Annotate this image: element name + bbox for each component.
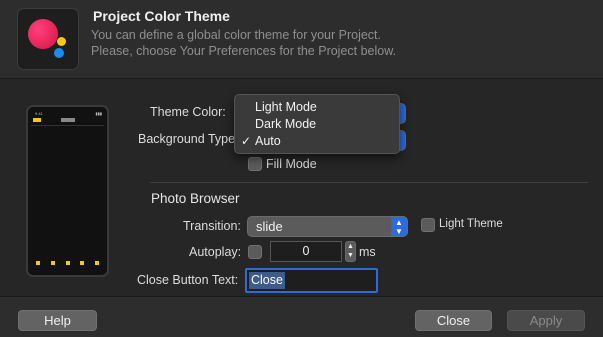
- chevron-updown-icon: ▲▼: [391, 217, 407, 236]
- section-divider: [150, 182, 588, 183]
- phone-tab-icon: [95, 261, 99, 265]
- background-type-label: Background Type:: [138, 132, 239, 146]
- footer-bar: Help Close Apply: [0, 296, 603, 337]
- menu-item-dark-mode[interactable]: Dark Mode: [255, 117, 316, 131]
- header-description-line-1: You can define a global color theme for …: [91, 28, 381, 42]
- close-button-text-value: Close: [249, 272, 285, 289]
- phone-tab-icon: [36, 261, 40, 265]
- autoplay-checkbox[interactable]: [248, 245, 262, 259]
- fill-mode-checkbox[interactable]: [248, 157, 262, 171]
- help-button[interactable]: Help: [18, 310, 97, 331]
- phone-toolbar-title: [61, 118, 75, 122]
- close-button-text-label: Close Button Text:: [137, 273, 239, 287]
- phone-divider: [31, 125, 104, 126]
- menu-item-auto[interactable]: Auto: [255, 134, 281, 148]
- phone-toolbar-icon: [33, 118, 41, 122]
- phone-tabbar: [36, 261, 99, 265]
- light-theme-checkbox[interactable]: [421, 218, 435, 232]
- close-button[interactable]: Close: [415, 310, 492, 331]
- transition-value: slide: [256, 219, 283, 234]
- autoplay-interval-input[interactable]: 0: [270, 241, 342, 262]
- phone-tab-icon: [65, 261, 70, 265]
- phone-status-time: 9:41: [35, 111, 43, 116]
- phone-preview: 9:41 ▮▮▮: [26, 105, 109, 277]
- menu-item-light-mode[interactable]: Light Mode: [255, 100, 317, 114]
- phone-tab-icon: [80, 261, 85, 265]
- light-theme-label: Light Theme: [439, 218, 503, 230]
- autoplay-label: Autoplay:: [189, 245, 242, 259]
- app-logo-icon: [17, 8, 79, 70]
- header-description: You can define a global color theme for …: [91, 27, 571, 59]
- photo-browser-section-title: Photo Browser: [151, 191, 240, 206]
- apply-button[interactable]: Apply: [507, 310, 585, 331]
- checkmark-icon: ✓: [241, 134, 252, 148]
- theme-color-dropdown-menu: Light Mode Dark Mode ✓ Auto: [234, 94, 400, 154]
- close-button-text-field[interactable]: Close: [245, 268, 378, 293]
- transition-label: Transition:: [183, 219, 241, 233]
- transition-popup[interactable]: slide ▲ ▼: [247, 216, 408, 237]
- phone-status-icons: ▮▮▮: [95, 111, 102, 116]
- phone-tab-icon: [50, 261, 55, 265]
- theme-color-label: Theme Color:: [150, 105, 226, 119]
- autoplay-unit-label: ms: [359, 245, 376, 259]
- phone-status-bar: 9:41 ▮▮▮: [32, 111, 103, 116]
- fill-mode-label: Fill Mode: [266, 157, 317, 171]
- header-description-line-2: Please, choose Your Preferences for the …: [91, 44, 397, 58]
- header-title: Project Color Theme: [93, 8, 230, 24]
- autoplay-stepper[interactable]: ▲ ▼: [345, 241, 356, 262]
- header-panel: Project Color Theme You can define a glo…: [0, 0, 603, 79]
